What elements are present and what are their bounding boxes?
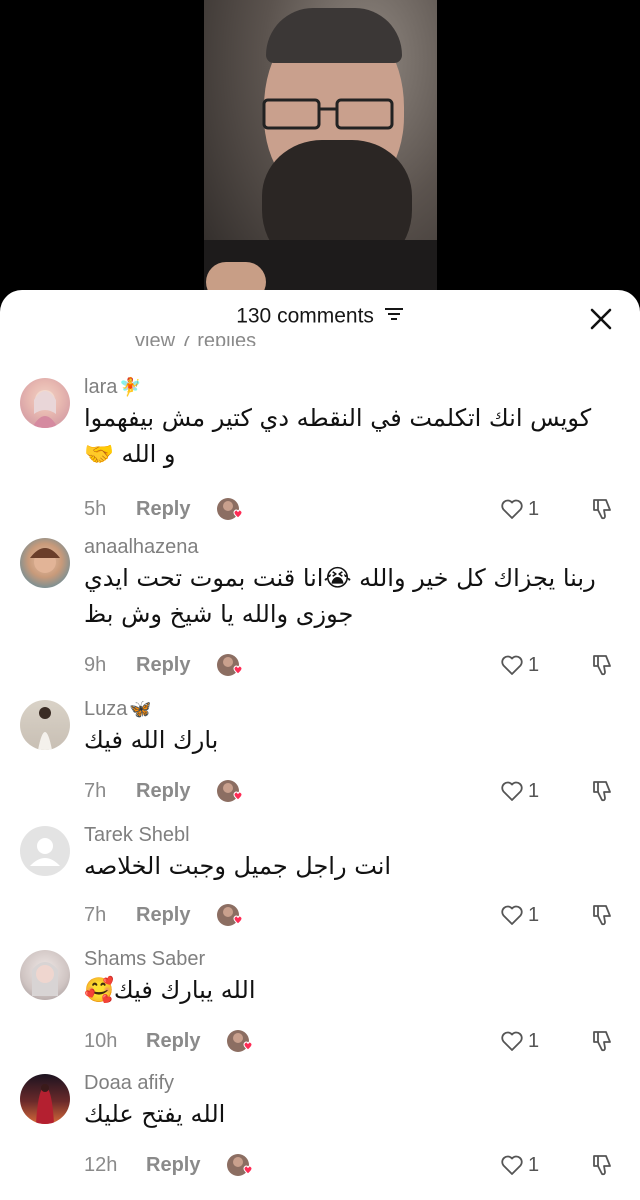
creator-liked-badge (226, 1028, 256, 1054)
comment-time: 10h (84, 1029, 118, 1052)
comment-text: انت راجل جميل وجبت الخلاصه (84, 852, 392, 880)
reply-button[interactable]: Reply (136, 904, 190, 927)
comment-item: Tarek Shebl انت راجل جميل وجبت الخلاصه 7… (0, 824, 640, 948)
avatar[interactable] (20, 826, 70, 876)
like-button[interactable]: 1 (500, 1150, 539, 1180)
thumbs-down-icon[interactable] (590, 1026, 618, 1056)
creator-liked-badge (216, 496, 246, 522)
reply-button[interactable]: Reply (136, 654, 190, 677)
like-button[interactable]: 1 (500, 900, 539, 930)
comment-time: 12h (84, 1153, 118, 1176)
comment-count: 130 comments (236, 304, 374, 328)
thumbs-down-icon[interactable] (590, 650, 618, 680)
creator-liked-badge (226, 1152, 256, 1178)
heart-outline-icon (501, 781, 523, 801)
comment-username[interactable]: Tarek Shebl (84, 824, 190, 847)
video-player[interactable] (204, 0, 437, 300)
comments-sheet: 130 comments view 7 replies (0, 290, 640, 1200)
comment-time: 7h (84, 779, 107, 802)
heart-outline-icon (501, 1155, 523, 1175)
thumbs-down-icon[interactable] (590, 1150, 618, 1180)
avatar[interactable] (20, 1074, 70, 1124)
video-hair (266, 8, 402, 63)
comment-time: 7h (84, 903, 107, 926)
like-count: 1 (528, 653, 540, 676)
like-count: 1 (528, 1029, 540, 1052)
video-glasses (262, 98, 394, 130)
avatar[interactable] (20, 950, 70, 1000)
reply-button[interactable]: Reply (136, 780, 190, 803)
comment-text: كويس انك اتكلمت في النقطه دي كتير مش بيف… (84, 404, 592, 468)
like-button[interactable]: 1 (500, 650, 539, 680)
reply-button[interactable]: Reply (146, 1030, 200, 1053)
comment-time: 5h (84, 497, 107, 520)
comment-item: Luza 🦋 بارك الله فيك 7h Reply 1 (0, 698, 640, 822)
thumbs-down-icon[interactable] (590, 900, 618, 930)
comment-item: lara 🧚 كويس انك اتكلمت في النقطه دي كتير … (0, 374, 640, 534)
like-button[interactable]: 1 (500, 776, 539, 806)
creator-liked-badge (216, 778, 246, 804)
comment-item: anaalhazena ربنا يجزاك كل خير والله 😭انا… (0, 534, 640, 694)
heart-outline-icon (501, 655, 523, 675)
like-count: 1 (528, 1153, 540, 1176)
heart-outline-icon (501, 499, 523, 519)
comment-item: Shams Saber الله يبارك فيك🥰 10h Reply 1 (0, 948, 640, 1072)
thumbs-down-icon[interactable] (590, 494, 618, 524)
comment-text: بارك الله فيك (84, 726, 219, 754)
creator-liked-badge (216, 902, 246, 928)
comment-list: lara 🧚 كويس انك اتكلمت في النقطه دي كتير … (0, 374, 640, 1176)
like-count: 1 (528, 497, 540, 520)
like-button[interactable]: 1 (500, 1026, 539, 1056)
heart-outline-icon (501, 1031, 523, 1051)
comment-item: Doaa afify الله يفتح عليك 12h Reply 1 (0, 1072, 640, 1196)
like-button[interactable]: 1 (500, 494, 539, 524)
close-icon[interactable] (588, 306, 614, 332)
thumbs-down-icon[interactable] (590, 776, 618, 806)
reply-button[interactable]: Reply (136, 498, 190, 521)
comment-text: الله يفتح عليك (84, 1100, 226, 1128)
reply-button[interactable]: Reply (146, 1154, 200, 1177)
view-replies-link[interactable]: view 7 replies (135, 336, 256, 346)
comment-username[interactable]: Shams Saber (84, 948, 205, 971)
avatar[interactable] (20, 538, 70, 588)
heart-outline-icon (501, 905, 523, 925)
comment-text: ربنا يجزاك كل خير والله 😭انا قنت بموت تح… (84, 564, 596, 628)
comment-username[interactable]: lara 🧚 (84, 376, 142, 399)
comment-text: الله يبارك فيك🥰 (84, 976, 256, 1004)
avatar[interactable] (20, 700, 70, 750)
comments-header: 130 comments (0, 290, 640, 346)
comment-username[interactable]: anaalhazena (84, 536, 199, 559)
filter-icon[interactable] (384, 304, 404, 328)
comment-time: 9h (84, 653, 107, 676)
comment-username[interactable]: Luza 🦋 (84, 698, 152, 721)
like-count: 1 (528, 779, 540, 802)
avatar[interactable] (20, 378, 70, 428)
creator-liked-badge (216, 652, 246, 678)
comment-username[interactable]: Doaa afify (84, 1072, 174, 1095)
like-count: 1 (528, 903, 540, 926)
